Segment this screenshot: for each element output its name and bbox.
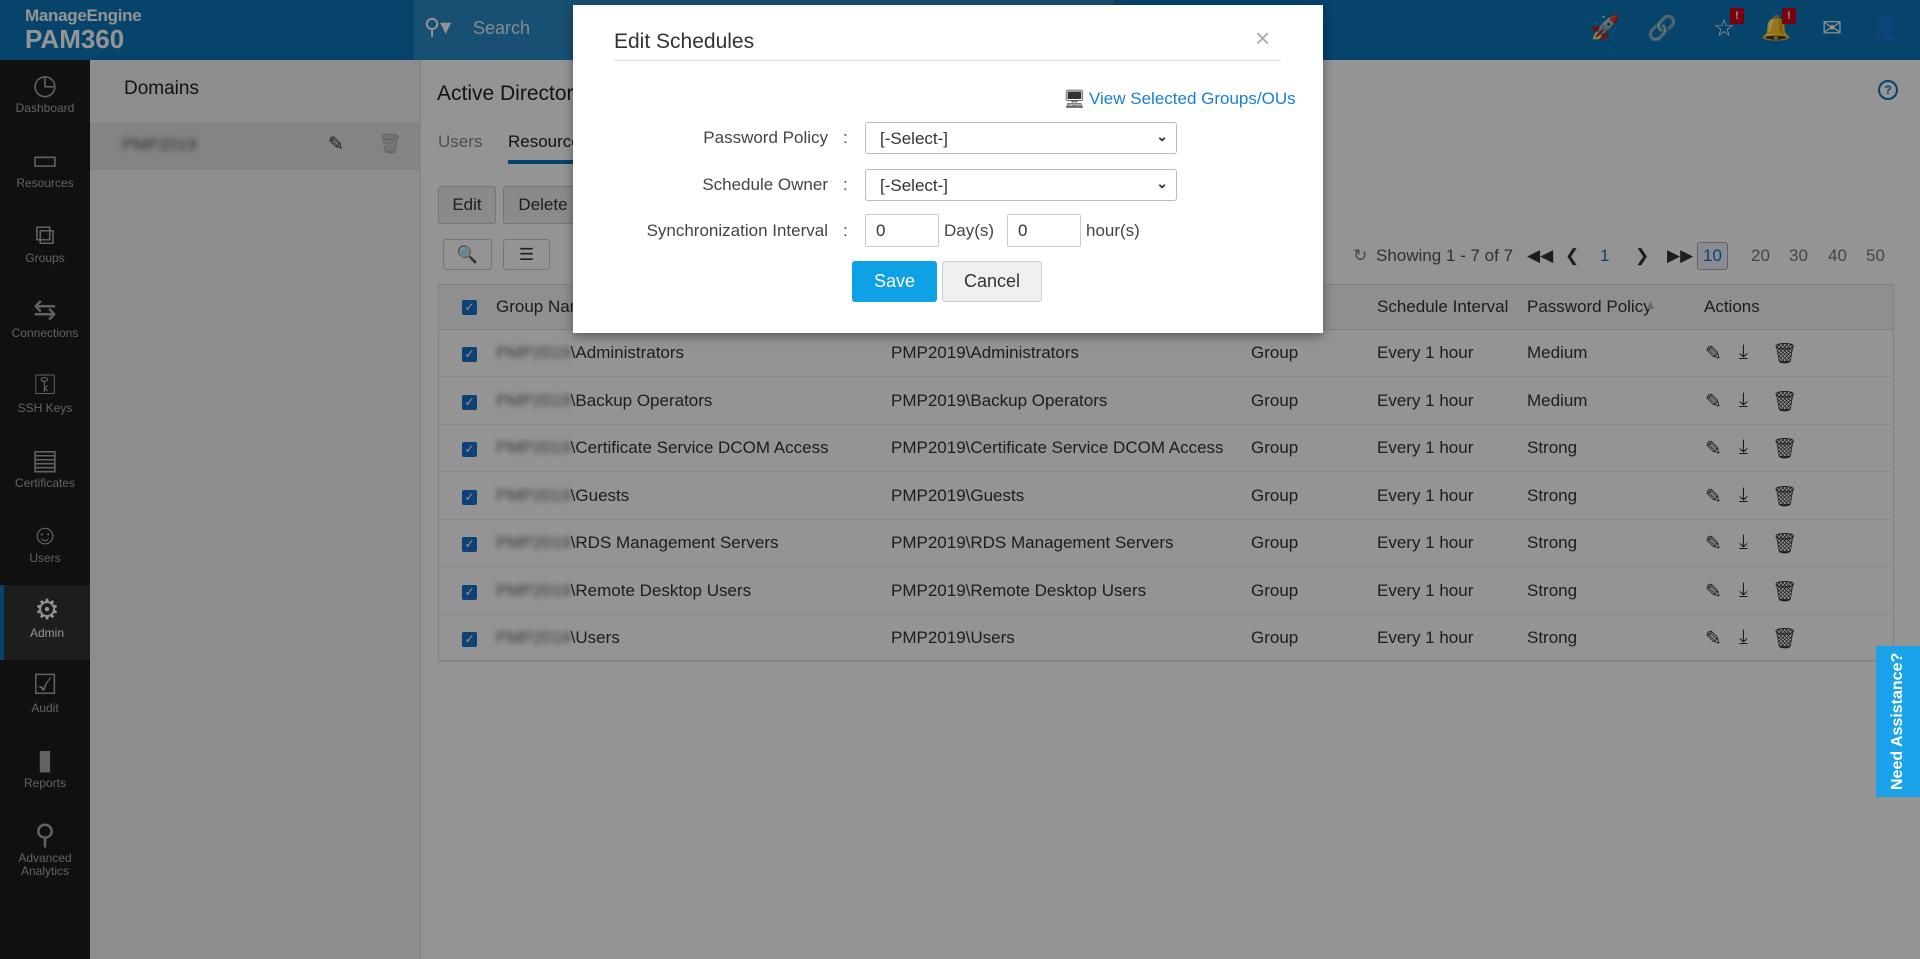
need-assistance-button[interactable]: Need Assistance?	[1876, 646, 1920, 797]
close-icon[interactable]: ×	[1255, 23, 1270, 54]
password-policy-select[interactable]: [-Select-] ⌄	[865, 122, 1177, 154]
edit-schedules-dialog: Edit Schedules × 🖥 View Selected Groups/…	[573, 5, 1323, 333]
cancel-button[interactable]: Cancel	[942, 261, 1042, 302]
dialog-title: Edit Schedules	[614, 30, 755, 53]
colon: :	[843, 128, 848, 147]
sync-interval-label: Synchronization Interval	[646, 221, 828, 240]
days-input[interactable]: 0	[865, 214, 939, 247]
days-unit: Day(s)	[944, 221, 995, 240]
chevron-down-icon: ⌄	[1156, 128, 1168, 144]
password-policy-label: Password Policy	[703, 128, 828, 147]
hours-unit: hour(s)	[1086, 221, 1140, 240]
view-selected-groups-link[interactable]: View Selected Groups/OUs	[1089, 89, 1296, 109]
schedule-owner-select[interactable]: [-Select-] ⌄	[865, 169, 1177, 201]
schedule-owner-label: Schedule Owner	[702, 175, 828, 194]
selected-value: [-Select-]	[880, 129, 949, 148]
colon: :	[843, 221, 848, 240]
colon: :	[843, 175, 848, 194]
monitor-icon: 🖥	[1063, 89, 1086, 109]
hours-input[interactable]: 0	[1007, 214, 1081, 247]
selected-value: [-Select-]	[880, 176, 949, 195]
save-button[interactable]: Save	[852, 261, 937, 302]
chevron-down-icon: ⌄	[1156, 175, 1168, 191]
divider	[614, 60, 1281, 61]
